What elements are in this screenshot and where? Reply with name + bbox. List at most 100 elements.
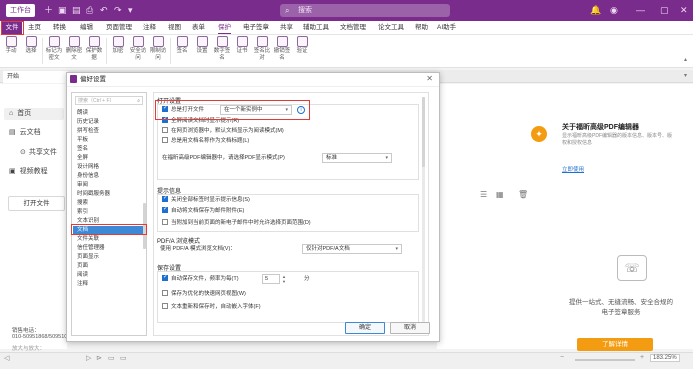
category-item[interactable]: 拼写检查: [77, 127, 141, 136]
category-item[interactable]: 页面显示: [77, 253, 141, 262]
checkbox[interactable]: [162, 194, 168, 202]
category-item[interactable]: 信任管理器: [77, 244, 141, 253]
zoom-slider[interactable]: [575, 359, 635, 361]
auto-save-attachment-option[interactable]: 自动将文档保存为邮件附件(E): [162, 205, 244, 215]
ribbon-digital-signature[interactable]: 数字签名: [213, 36, 231, 61]
category-item-document[interactable]: 文档: [73, 226, 145, 235]
show-filename-option[interactable]: 总是用文档名称作为文档标题(L): [162, 136, 249, 145]
notification-icon[interactable]: 🔔: [590, 0, 601, 21]
delete-icon[interactable]: 🗑: [518, 190, 528, 199]
menu-view[interactable]: 视图: [168, 21, 181, 35]
checkbox[interactable]: [162, 289, 168, 296]
quick-access-dropdown-icon[interactable]: ▾: [128, 0, 133, 21]
ribbon-encrypt[interactable]: 加密: [109, 36, 127, 55]
ribbon-settings[interactable]: 设置: [193, 36, 211, 55]
checkbox[interactable]: [162, 205, 168, 213]
maximize-icon[interactable]: ▢: [660, 0, 669, 21]
learn-more-button[interactable]: 了解详情: [577, 338, 653, 351]
menu-e-seal[interactable]: 电子签章: [243, 21, 269, 35]
menu-share[interactable]: 共享: [280, 21, 293, 35]
info-icon[interactable]: i: [297, 106, 305, 114]
nav-last-icon[interactable]: ⊳: [96, 354, 102, 362]
restore-state-option[interactable]: 全屏阅读文档时显示提示(R): [162, 115, 239, 125]
undo-icon[interactable]: ↶: [100, 0, 108, 21]
category-item[interactable]: 签名: [77, 145, 141, 154]
doc-tab-start[interactable]: 开始: [3, 71, 68, 83]
ribbon-select-tool[interactable]: 选择: [22, 36, 40, 55]
category-item[interactable]: 文件关联: [77, 235, 141, 244]
account-icon[interactable]: ◉: [610, 0, 618, 21]
ribbon-signature-compare[interactable]: 签名比对: [253, 36, 271, 61]
redo-icon[interactable]: ↷: [114, 0, 122, 21]
open-file-button[interactable]: 打开文件: [8, 196, 65, 211]
reading-mode-option[interactable]: 在网页浏览器中，默认文档显示为阅读模式(M): [162, 126, 284, 135]
checkbox[interactable]: [162, 218, 168, 225]
menu-protect[interactable]: 保护: [218, 21, 231, 35]
category-item[interactable]: 平板: [77, 136, 141, 145]
menu-form[interactable]: 表单: [192, 21, 205, 35]
grid-view-icon[interactable]: ▦: [496, 190, 504, 199]
ribbon-sign[interactable]: 签名: [173, 36, 191, 55]
category-item[interactable]: 全屏: [77, 154, 141, 163]
menu-accessibility[interactable]: 辅助工具: [303, 21, 329, 35]
close-icon[interactable]: ✕: [426, 74, 433, 83]
category-scrollbar[interactable]: [143, 203, 146, 249]
menu-file[interactable]: 文件: [2, 22, 22, 34]
menu-paper-tools[interactable]: 论文工具: [378, 21, 404, 35]
collapse-ribbon-icon[interactable]: ▴: [684, 56, 687, 63]
folder-icon[interactable]: ▣: [58, 0, 67, 21]
page-view-icon[interactable]: ▭: [108, 354, 115, 362]
tab-list-dropdown-icon[interactable]: ▾: [684, 72, 687, 79]
ribbon-certificate[interactable]: 证书: [233, 36, 251, 55]
ribbon-revoke-signature[interactable]: 撤销签名: [273, 36, 291, 61]
close-prompt-option[interactable]: 关闭全部标签时显示提示信息(S): [162, 194, 250, 204]
category-item[interactable]: 页面: [77, 262, 141, 271]
checkbox[interactable]: [162, 136, 168, 143]
list-view-icon[interactable]: ☰: [480, 190, 487, 199]
promo-link[interactable]: 立即使用: [562, 165, 584, 173]
category-item[interactable]: 时间戳服务器: [77, 190, 141, 199]
zoom-out-icon[interactable]: −: [560, 354, 564, 361]
cancel-button[interactable]: 取消: [390, 322, 430, 334]
print-icon[interactable]: ⎙: [86, 0, 93, 21]
menu-help[interactable]: 帮助: [415, 21, 428, 35]
save-icon[interactable]: ▤: [72, 0, 81, 21]
ok-button[interactable]: 确定: [345, 322, 385, 334]
category-item[interactable]: 身份信息: [77, 172, 141, 181]
ribbon-protect-data[interactable]: 保护数据: [85, 36, 103, 61]
category-item[interactable]: 文本识别: [77, 217, 141, 226]
menu-comment[interactable]: 注释: [143, 21, 156, 35]
fast-web-option[interactable]: 保存为优化的快速网页视图(W): [162, 289, 246, 298]
category-item[interactable]: 注释: [77, 280, 141, 289]
menu-home[interactable]: 主页: [28, 21, 41, 35]
category-search-input[interactable]: 搜索（Ctrl + F） ⌕: [75, 96, 143, 105]
top-search-input[interactable]: ⌕ 搜索: [280, 4, 450, 17]
category-item[interactable]: 审阅: [77, 181, 141, 190]
menu-doc-manage[interactable]: 文档管理: [340, 21, 366, 35]
checkbox[interactable]: [162, 273, 168, 281]
category-item[interactable]: 朗读: [77, 109, 141, 118]
checkbox[interactable]: [162, 104, 168, 112]
category-item[interactable]: 历史记录: [77, 118, 141, 127]
open-always-option[interactable]: 总是打开文件: [162, 104, 204, 114]
embed-fonts-option[interactable]: 文本重新和保存时，自动嵌入字体(F): [162, 302, 261, 311]
page-layout-select[interactable]: 标准 ▾: [322, 153, 392, 163]
sidebar-item-home[interactable]: ⌂ 首页: [4, 108, 64, 120]
category-item[interactable]: 搜索: [77, 199, 141, 208]
menu-ai-assistant[interactable]: AI助手: [437, 21, 456, 35]
ribbon-hand-tool[interactable]: 手动: [2, 36, 20, 55]
new-tab-icon[interactable]: ＋: [44, 0, 53, 21]
nav-next-icon[interactable]: ▷: [86, 354, 91, 362]
open-mode-select[interactable]: 在一个新实例中 ▾: [220, 105, 292, 115]
checkbox[interactable]: [162, 115, 168, 123]
close-window-icon[interactable]: ✕: [680, 0, 688, 21]
zoom-in-icon[interactable]: +: [640, 354, 644, 361]
ribbon-secure-access[interactable]: 安全访问: [129, 36, 147, 61]
email-range-option[interactable]: 当附加到当前页面的新电子邮件中时允许选择页面范围(D): [162, 218, 311, 227]
checkbox[interactable]: [162, 302, 168, 309]
zoom-level[interactable]: 183.25%: [650, 354, 680, 362]
checkbox[interactable]: [162, 126, 168, 133]
menu-edit[interactable]: 编辑: [80, 21, 93, 35]
ribbon-restrict-access[interactable]: 限制访问: [149, 36, 167, 61]
workspace-tab[interactable]: 工作台: [6, 4, 35, 17]
